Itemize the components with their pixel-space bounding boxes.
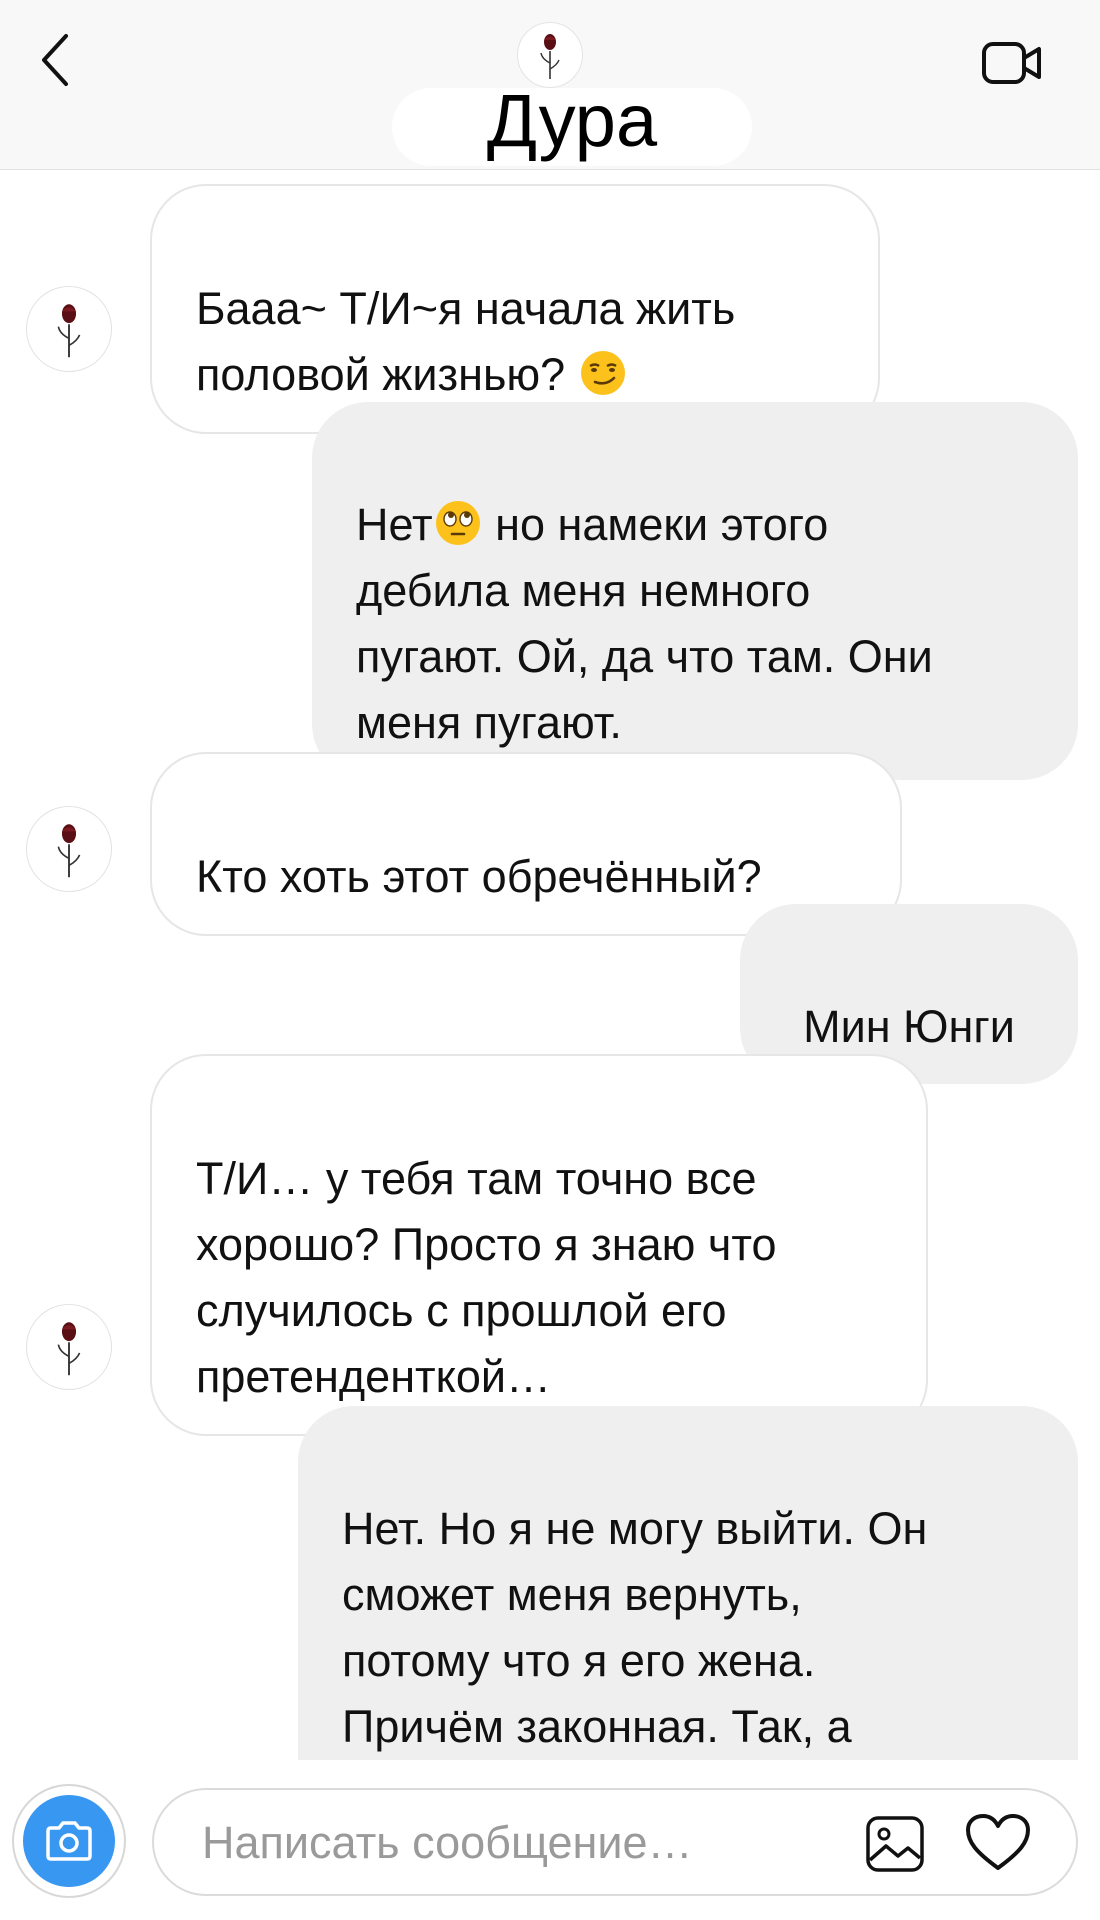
sender-avatar[interactable] [26,806,112,892]
chat-header: Дура [0,0,1100,170]
message-input-container [152,1788,1078,1896]
like-button[interactable] [964,1812,1032,1874]
rose-icon [57,824,81,878]
chat-title: Дура [486,79,658,162]
heart-icon [966,1814,1030,1870]
message-bubble-incoming[interactable]: Т/И… у тебя там точно все хорошо? Просто… [150,1054,928,1436]
message-composer-bar [0,1760,1100,1920]
video-call-button[interactable] [978,34,1048,92]
rose-icon [57,1322,81,1376]
dm-screen: Дура Бааа~ Т/И~я начала жить половой жиз… [0,0,1100,1920]
gallery-button[interactable] [864,1814,926,1874]
message-text: Кто хоть этот обречённый? [196,851,762,902]
message-input[interactable] [202,1804,822,1882]
image-gallery-icon [866,1816,924,1872]
eye-roll-face-emoji [435,501,480,545]
message-text: Бааа~ Т/И~я начала жить половой жизнью? [196,283,736,400]
message-text: Мин Юнги [803,1001,1015,1052]
message-bubble-outgoing[interactable]: Нет. Но я не могу выйти. Он сможет меня … [298,1406,1078,1760]
rose-icon [57,304,81,358]
message-bubble-outgoing[interactable]: Нет но намеки этого дебила меня немного … [312,402,1078,780]
sender-avatar[interactable] [26,286,112,372]
sender-avatar[interactable] [26,1304,112,1390]
back-button[interactable] [32,30,78,90]
camera-button-fill [23,1795,115,1887]
message-text: Т/И… у тебя там точно все хорошо? Просто… [196,1153,777,1402]
camera-icon [46,1821,92,1861]
smirking-face-emoji [580,351,625,395]
message-text: Нет. Но я не могу выйти. Он сможет меня … [342,1503,928,1752]
video-camera-icon [982,42,1041,84]
message-text-start: Нет [356,499,433,550]
camera-button[interactable] [12,1784,126,1898]
rose-icon [540,34,560,79]
message-thread: Бааа~ Т/И~я начала жить половой жизнью? … [0,170,1100,1760]
chevron-left-icon [42,34,68,86]
message-bubble-incoming[interactable]: Бааа~ Т/И~я начала жить половой жизнью? [150,184,880,434]
